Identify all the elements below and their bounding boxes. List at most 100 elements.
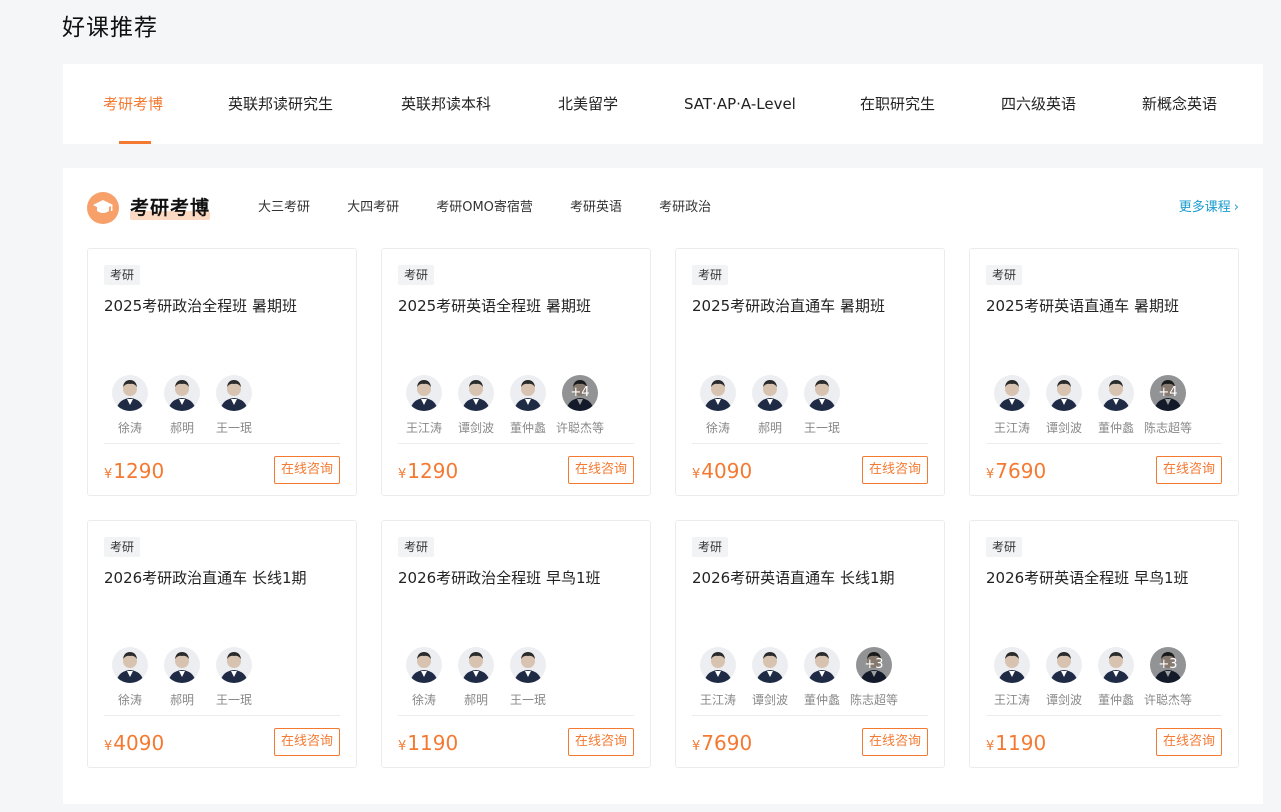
course-price: ¥4090 [692, 455, 752, 487]
card-divider [692, 715, 928, 716]
teacher: 王一珉 [502, 647, 554, 707]
course-tag: 考研 [398, 265, 435, 285]
teacher: 董仲蠡 [796, 647, 848, 707]
teacher-name: 王江涛 [993, 693, 1030, 707]
teacher: 谭剑波 [744, 647, 796, 707]
tab-new-concept-english[interactable]: 新概念英语 [1142, 64, 1217, 144]
consult-online-button[interactable]: 在线咨询 [273, 456, 340, 484]
course-tag: 考研 [986, 537, 1023, 557]
tab-commonwealth-postgrad[interactable]: 英联邦读研究生 [228, 64, 333, 144]
teacher-name: 郝明 [757, 421, 782, 435]
avatar [1046, 647, 1082, 683]
subtab-kaoyan-politics[interactable]: 考研政治 [659, 192, 711, 224]
tab-sat-ap-alevel[interactable]: SAT·AP·A-Level [684, 64, 796, 144]
teacher-name: 王江涛 [405, 421, 442, 435]
avatar [164, 375, 200, 411]
course-title: 2026考研英语直通车 长线1期 [692, 569, 895, 587]
teacher: 徐涛 [104, 375, 156, 435]
subtab-omo-camp[interactable]: 考研OMO寄宿营 [436, 192, 533, 224]
avatar [458, 647, 494, 683]
teacher: 王江涛 [398, 375, 450, 435]
avatar [994, 375, 1030, 411]
teacher: 董仲蠡 [1090, 375, 1142, 435]
currency-symbol: ¥ [104, 739, 113, 754]
course-card[interactable]: 考研 2026考研英语直通车 长线1期 王江涛 谭剑波 董仲蠡 +3 陈志超等 ¥7690 在线… [675, 520, 945, 768]
course-card[interactable]: 考研 2025考研政治直通车 暑期班 徐涛 郝明 王一珉 ¥4090 在线咨询 [675, 248, 945, 496]
consult-online-button[interactable]: 在线咨询 [1155, 728, 1222, 756]
consult-online-button[interactable]: 在线咨询 [567, 728, 634, 756]
avatar [112, 647, 148, 683]
avatar [216, 647, 252, 683]
teacher: 王江涛 [692, 647, 744, 707]
currency-symbol: ¥ [986, 467, 995, 482]
currency-symbol: ¥ [398, 739, 407, 754]
price-value: 1290 [113, 459, 165, 483]
teacher: 董仲蠡 [1090, 647, 1142, 707]
consult-online-button[interactable]: 在线咨询 [1155, 456, 1222, 484]
subtab-kaoyan-english[interactable]: 考研英语 [570, 192, 622, 224]
teacher-name: 王一珉 [509, 693, 546, 707]
consult-online-button[interactable]: 在线咨询 [861, 456, 928, 484]
avatar [752, 375, 788, 411]
tab-commonwealth-undergrad[interactable]: 英联邦读本科 [401, 64, 491, 144]
teacher: 郝明 [744, 375, 796, 435]
avatar [994, 647, 1030, 683]
subtab-senior-kaoyan[interactable]: 大四考研 [347, 192, 399, 224]
teacher: 谭剑波 [1038, 647, 1090, 707]
course-tag: 考研 [692, 537, 729, 557]
teacher: 徐涛 [692, 375, 744, 435]
course-title: 2025考研英语全程班 暑期班 [398, 297, 591, 315]
subtab-bar: 大三考研 大四考研 考研OMO寄宿营 考研英语 考研政治 [258, 192, 743, 224]
teacher: +3 许聪杰等 [1142, 647, 1194, 707]
consult-online-button[interactable]: 在线咨询 [861, 728, 928, 756]
more-teachers-count: +4 [1150, 375, 1186, 411]
teacher: 郝明 [156, 375, 208, 435]
tab-cet-english[interactable]: 四六级英语 [1001, 64, 1076, 144]
teacher-name: 许聪杰等 [555, 421, 604, 435]
teacher-name: 徐涛 [411, 693, 436, 707]
graduation-cap-icon [87, 192, 119, 224]
subtab-junior-kaoyan[interactable]: 大三考研 [258, 192, 310, 224]
course-card[interactable]: 考研 2025考研政治全程班 暑期班 徐涛 郝明 王一珉 ¥1290 在线咨询 [87, 248, 357, 496]
teacher-name: 郝明 [169, 421, 194, 435]
avatar [510, 375, 546, 411]
currency-symbol: ¥ [692, 739, 701, 754]
course-card[interactable]: 考研 2026考研政治全程班 早鸟1班 徐涛 郝明 王一珉 ¥1190 在线咨询 [381, 520, 651, 768]
teacher-name: 谭剑波 [457, 421, 494, 435]
avatar [406, 647, 442, 683]
more-teachers-count: +4 [562, 375, 598, 411]
teacher: 谭剑波 [450, 375, 502, 435]
course-price: ¥1190 [986, 727, 1046, 759]
teacher-name: 王江涛 [993, 421, 1030, 435]
course-card[interactable]: 考研 2026考研英语全程班 早鸟1班 王江涛 谭剑波 董仲蠡 +3 许聪杰等 ¥1190 在线… [969, 520, 1239, 768]
price-value: 1290 [407, 459, 459, 483]
tab-north-america[interactable]: 北美留学 [558, 64, 618, 144]
currency-symbol: ¥ [104, 467, 113, 482]
teacher-name: 董仲蠡 [1097, 421, 1134, 435]
teacher-name: 徐涛 [705, 421, 730, 435]
consult-online-button[interactable]: 在线咨询 [567, 456, 634, 484]
teacher: 董仲蠡 [502, 375, 554, 435]
course-card[interactable]: 考研 2025考研英语直通车 暑期班 王江涛 谭剑波 董仲蠡 +4 陈志超等 ¥7690 在线咨… [969, 248, 1239, 496]
more-courses-link[interactable]: 更多课程 › [1179, 192, 1239, 224]
avatar [1046, 375, 1082, 411]
teacher: 王江涛 [986, 647, 1038, 707]
course-card[interactable]: 考研 2025考研英语全程班 暑期班 王江涛 谭剑波 董仲蠡 +4 许聪杰等 ¥1290 在线咨… [381, 248, 651, 496]
more-courses-label: 更多课程 [1178, 200, 1231, 215]
teacher: 王江涛 [986, 375, 1038, 435]
teacher-name: 谭剑波 [1045, 421, 1082, 435]
price-value: 4090 [701, 459, 753, 483]
teacher-name: 许聪杰等 [1143, 693, 1192, 707]
course-card[interactable]: 考研 2026考研政治直通车 长线1期 徐涛 郝明 王一珉 ¥4090 在线咨询 [87, 520, 357, 768]
avatar [164, 647, 200, 683]
card-divider [104, 715, 340, 716]
course-title: 2026考研政治全程班 早鸟1班 [398, 569, 601, 587]
more-teachers-count: +3 [1150, 647, 1186, 683]
tab-in-service-postgrad[interactable]: 在职研究生 [860, 64, 935, 144]
course-tag: 考研 [986, 265, 1023, 285]
consult-online-button[interactable]: 在线咨询 [273, 728, 340, 756]
tab-kaoyan-kaobo[interactable]: 考研考博 [103, 64, 163, 144]
price-value: 1190 [995, 731, 1047, 755]
teacher: 徐涛 [104, 647, 156, 707]
avatar [458, 375, 494, 411]
